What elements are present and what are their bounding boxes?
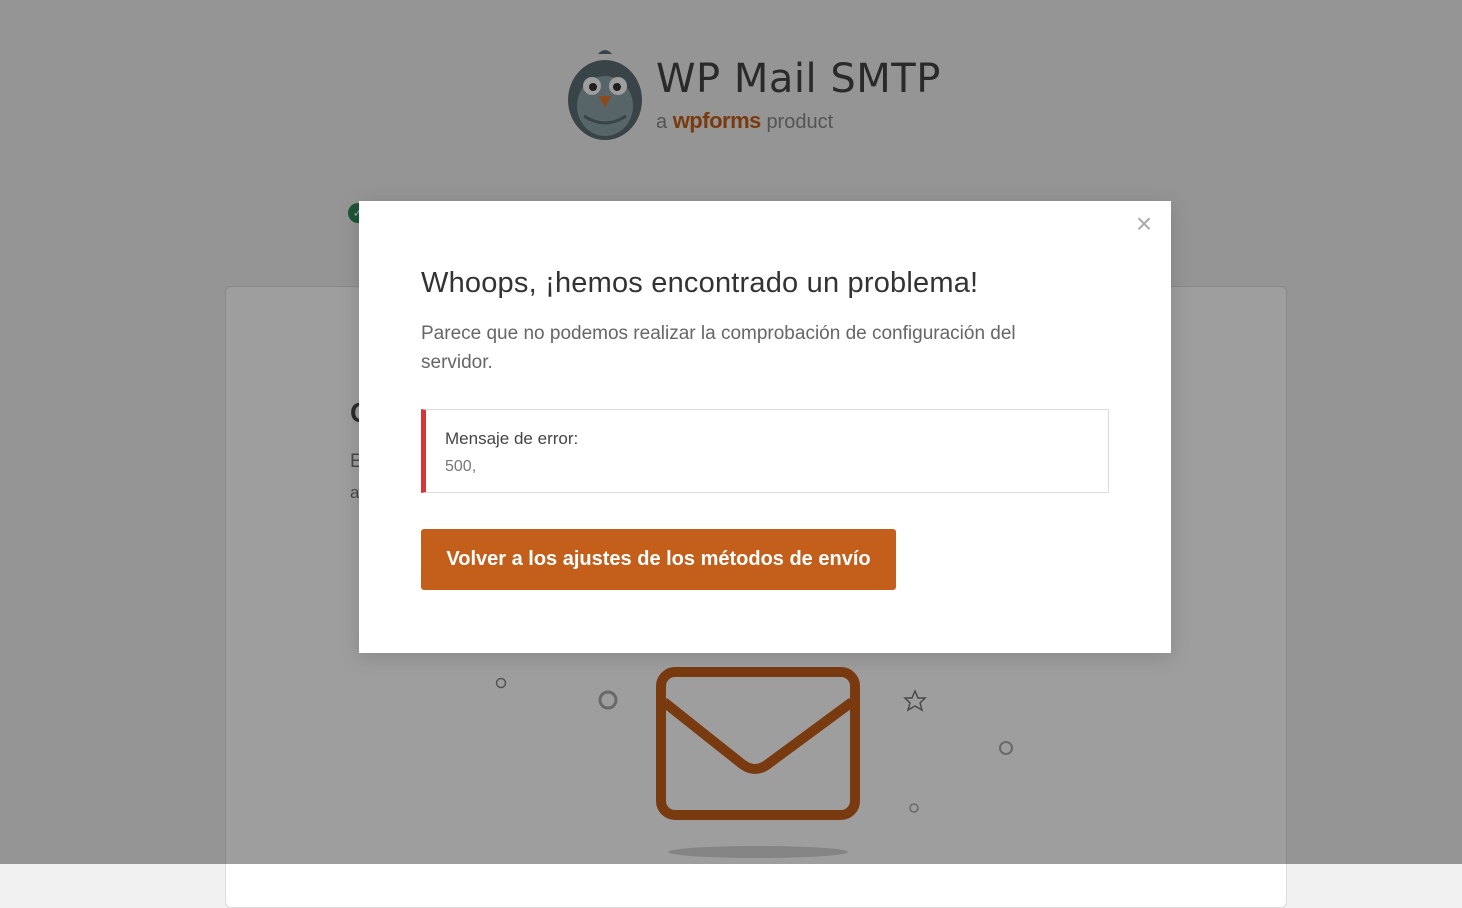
error-modal: × Whoops, ¡hemos encontrado un problema!… (359, 201, 1171, 653)
back-to-mailer-settings-button[interactable]: Volver a los ajustes de los métodos de e… (421, 529, 896, 590)
error-message-box: Mensaje de error: 500, (421, 409, 1109, 493)
close-icon[interactable]: × (1131, 210, 1157, 238)
modal-title: Whoops, ¡hemos encontrado un problema! (421, 267, 979, 299)
error-label: Mensaje de error: (445, 429, 579, 448)
modal-description: Parece que no podemos realizar la compro… (421, 323, 1016, 373)
error-value: 500, (445, 458, 477, 475)
